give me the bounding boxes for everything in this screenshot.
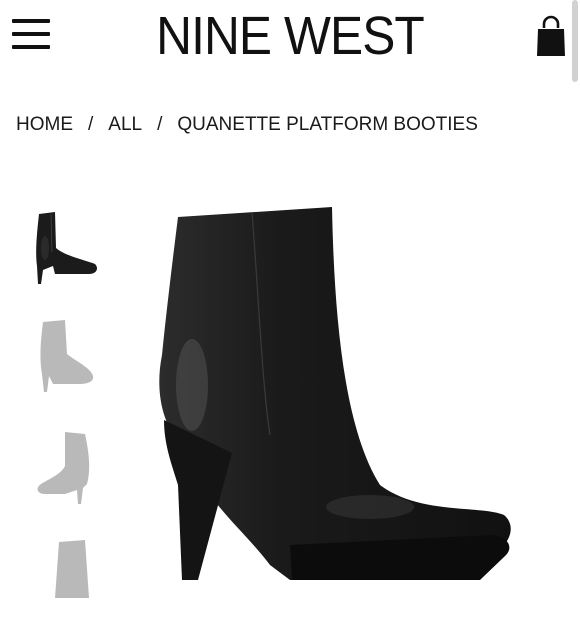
- breadcrumb-current-page: QUANETTE PLATFORM BOOTIES: [177, 114, 478, 135]
- breadcrumb-separator: /: [157, 114, 163, 135]
- site-logo[interactable]: NINE WEST: [134, 4, 447, 68]
- breadcrumb-separator: /: [88, 114, 94, 135]
- thumbnail-boot-front-view[interactable]: [25, 318, 105, 403]
- breadcrumb: HOME / ALL / QUANETTE PLATFORM BOOTIES: [16, 112, 478, 138]
- thumbnail-boot-side-view[interactable]: [25, 208, 105, 293]
- shopping-bag-icon[interactable]: [535, 14, 567, 58]
- breadcrumb-home-link[interactable]: HOME: [16, 114, 73, 135]
- page-scrollbar[interactable]: [572, 0, 578, 82]
- thumbnail-boot-top-view[interactable]: [25, 538, 105, 623]
- thumbnail-gallery: [25, 200, 105, 598]
- site-header: NINE WEST: [0, 0, 580, 75]
- product-main-image[interactable]: [120, 185, 560, 580]
- breadcrumb-all-link[interactable]: ALL: [108, 114, 142, 135]
- hamburger-menu-icon[interactable]: [12, 17, 52, 51]
- thumbnail-boot-back-view[interactable]: [25, 428, 105, 513]
